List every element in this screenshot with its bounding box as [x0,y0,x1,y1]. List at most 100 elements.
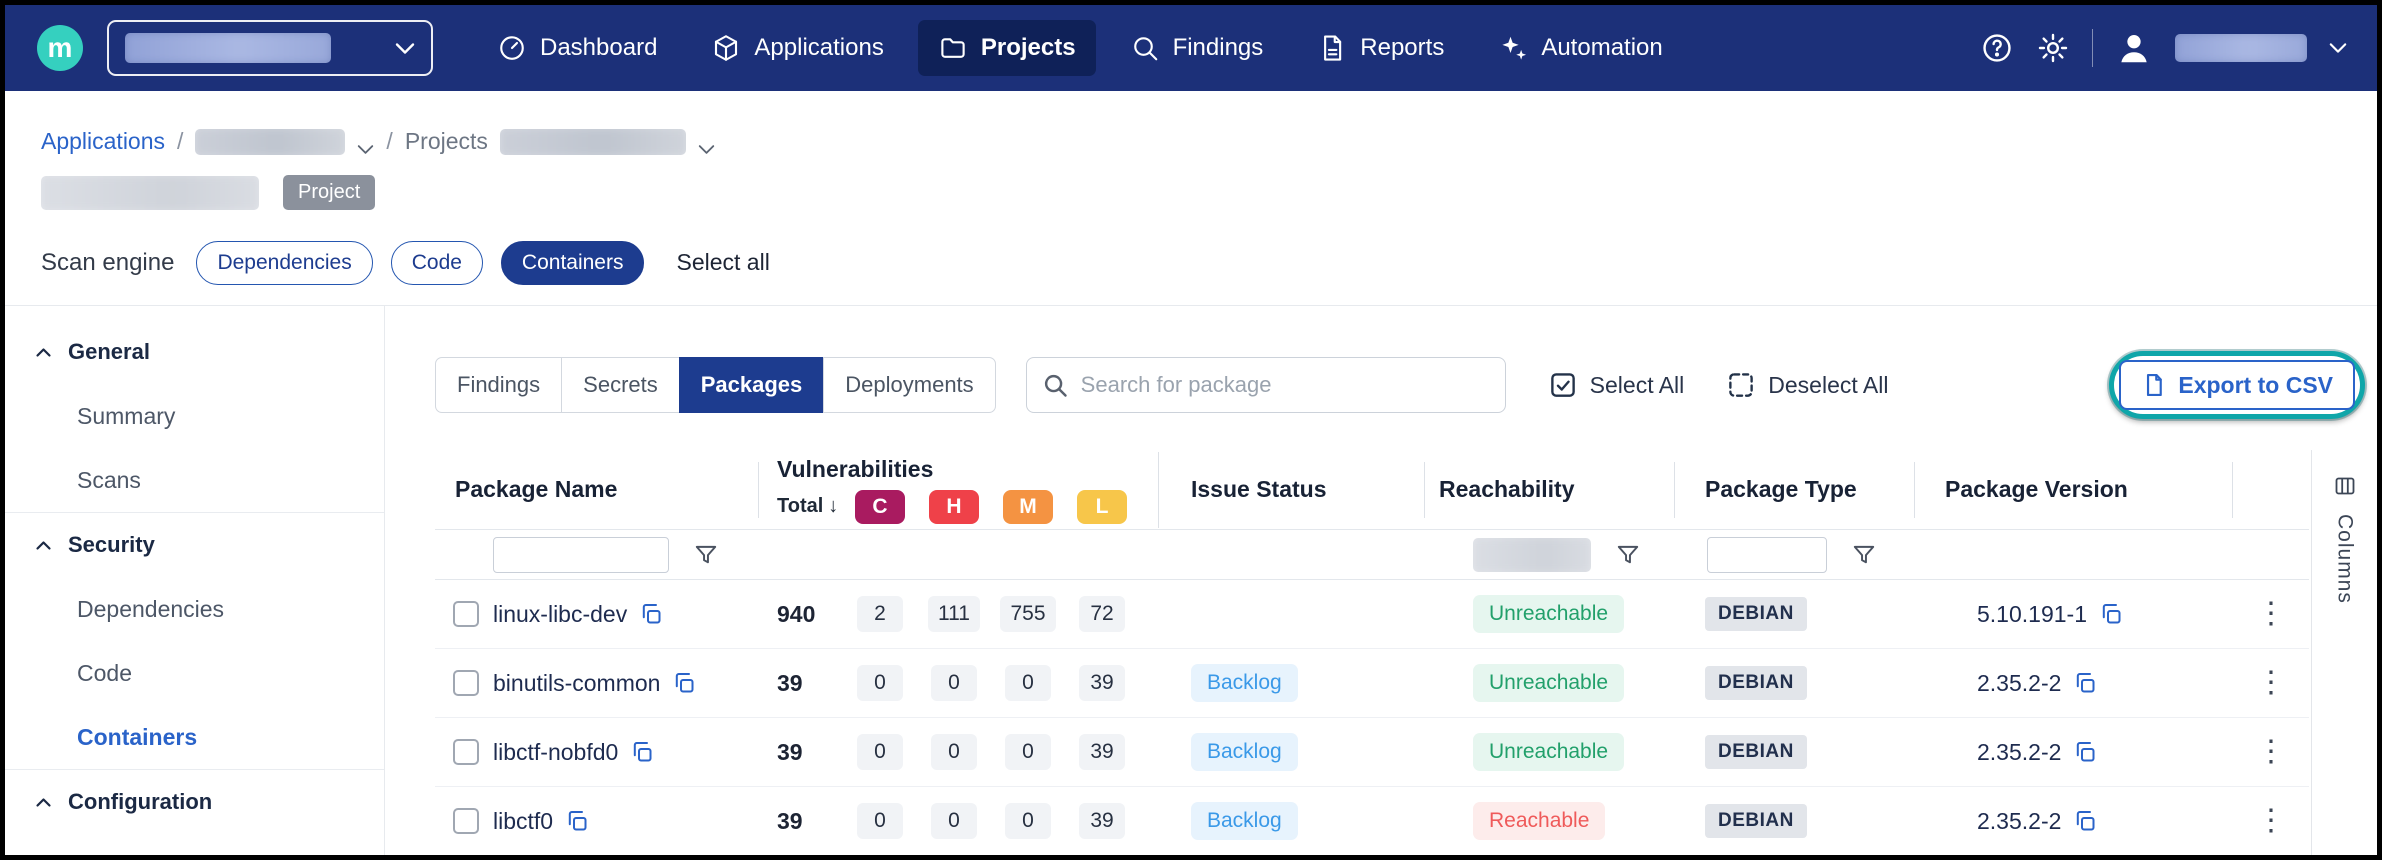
package-name-link[interactable]: libctf0 [493,808,553,835]
table-header-row: Package Name Vulnerabilities Total ↓ C H… [435,450,2309,530]
sidebar-item-code[interactable]: Code [5,641,384,705]
copy-icon[interactable] [2099,602,2123,626]
scan-engine-code[interactable]: Code [391,241,483,285]
header-total-sort[interactable]: Total ↓ [759,495,843,518]
gear-icon[interactable] [2036,31,2070,65]
row-checkbox[interactable] [453,601,479,627]
main-panel: Findings Secrets Packages Deployments Se… [385,306,2377,855]
header-package-name[interactable]: Package Name [435,462,759,518]
deselect-all-button[interactable]: Deselect All [1726,370,1888,400]
findings-icon [1130,33,1160,63]
select-all-engines[interactable]: Select all [676,249,769,276]
package-version: 2.35.2-2 [1977,808,2061,835]
tab-packages[interactable]: Packages [679,357,825,413]
document-icon [2141,372,2167,398]
redacted-organization-name [125,33,331,63]
nav-label: Automation [1541,34,1662,62]
header-reachability[interactable]: Reachability [1425,462,1675,518]
package-name-link[interactable]: linux-libc-dev [493,601,627,628]
vulnerabilities-title: Vulnerabilities [759,456,933,483]
header-package-version[interactable]: Package Version [1915,462,2233,518]
vuln-total-count: 39 [759,808,843,835]
reachability-badge: Unreachable [1473,733,1624,771]
nav-automation[interactable]: Automation [1478,20,1682,76]
package-type-badge: DEBIAN [1705,597,1807,631]
header-package-type[interactable]: Package Type [1675,462,1915,518]
copy-icon[interactable] [2073,671,2097,695]
sidebar-section-header-security[interactable]: Security [5,513,384,577]
vuln-total-count: 940 [759,601,843,628]
vuln-medium-count: 0 [1005,803,1051,839]
scan-engine-dependencies[interactable]: Dependencies [196,241,372,285]
chevron-down-icon[interactable] [2329,42,2347,54]
issue-status-badge: Backlog [1191,802,1298,840]
table-filter-row [435,530,2309,580]
package-search-box [1026,357,1506,413]
reachability-badge: Unreachable [1473,595,1624,633]
row-menu-kebab[interactable]: ⋮ [2256,668,2286,698]
sidebar-section-label: General [68,339,150,365]
tab-findings[interactable]: Findings [435,357,562,413]
issue-status-badge: Backlog [1191,664,1298,702]
nav-projects[interactable]: Projects [918,20,1096,76]
select-all-button[interactable]: Select All [1548,370,1685,400]
breadcrumb-separator: / [177,128,183,155]
vuln-high-count: 0 [931,734,977,770]
breadcrumb-separator: / [386,128,392,155]
row-menu-kebab[interactable]: ⋮ [2256,806,2286,836]
select-all-label: Select All [1590,372,1685,399]
sidebar-item-scans[interactable]: Scans [5,448,384,512]
breadcrumb: Applications / / Projects [5,91,2377,165]
copy-icon[interactable] [565,809,589,833]
scan-engine-containers[interactable]: Containers [501,241,645,285]
nav-applications[interactable]: Applications [691,20,903,76]
brand-logo[interactable]: m [37,25,83,71]
package-name-link[interactable]: binutils-common [493,670,660,697]
severity-critical-badge: C [855,490,905,524]
sidebar-item-dependencies[interactable]: Dependencies [5,577,384,641]
nav-dashboard[interactable]: Dashboard [477,20,677,76]
package-name-link[interactable]: libctf-nobfd0 [493,739,618,766]
chevron-down-icon[interactable] [357,144,374,155]
chevron-up-icon [35,797,52,808]
vuln-medium-count: 0 [1005,665,1051,701]
package-name-filter-input[interactable] [493,537,669,573]
sort-descending-icon: ↓ [828,495,838,518]
vuln-critical-count: 0 [857,665,903,701]
row-menu-kebab[interactable]: ⋮ [2256,737,2286,767]
total-label: Total [777,495,823,518]
redacted-reachability-filter[interactable] [1473,538,1591,572]
filter-funnel-icon[interactable] [1615,542,1641,568]
breadcrumb-applications-link[interactable]: Applications [41,128,165,155]
nav-findings[interactable]: Findings [1110,20,1284,76]
tab-deployments[interactable]: Deployments [823,357,995,413]
copy-icon[interactable] [630,740,654,764]
sidebar-section-header-general[interactable]: General [5,320,384,384]
copy-icon[interactable] [2073,809,2097,833]
package-type-filter-input[interactable] [1707,537,1827,573]
sidebar-item-summary[interactable]: Summary [5,384,384,448]
user-avatar-icon[interactable] [2115,29,2153,67]
copy-icon[interactable] [2073,740,2097,764]
nav-reports[interactable]: Reports [1297,20,1464,76]
copy-icon[interactable] [639,602,663,626]
columns-panel-toggle[interactable]: Columns [2311,450,2377,855]
filter-funnel-icon[interactable] [693,542,719,568]
header-vulnerabilities: Vulnerabilities Total ↓ C H M L [759,452,1159,528]
table-row: libctf-nobfd0 39 0 0 0 39 Backlog Unreac… [435,718,2309,787]
row-checkbox[interactable] [453,808,479,834]
search-input[interactable] [1081,372,1491,398]
filter-funnel-icon[interactable] [1851,542,1877,568]
header-issue-status[interactable]: Issue Status [1159,462,1425,518]
chevron-down-icon[interactable] [698,144,715,155]
row-checkbox[interactable] [453,739,479,765]
tab-secrets[interactable]: Secrets [561,357,680,413]
sidebar-section-header-configuration[interactable]: Configuration [5,770,384,834]
help-icon[interactable] [1980,31,2014,65]
organization-dropdown[interactable] [107,20,433,76]
copy-icon[interactable] [672,671,696,695]
export-to-csv-button[interactable]: Export to CSV [2119,360,2355,410]
sidebar-item-containers[interactable]: Containers [5,705,384,769]
row-checkbox[interactable] [453,670,479,696]
row-menu-kebab[interactable]: ⋮ [2256,599,2286,629]
